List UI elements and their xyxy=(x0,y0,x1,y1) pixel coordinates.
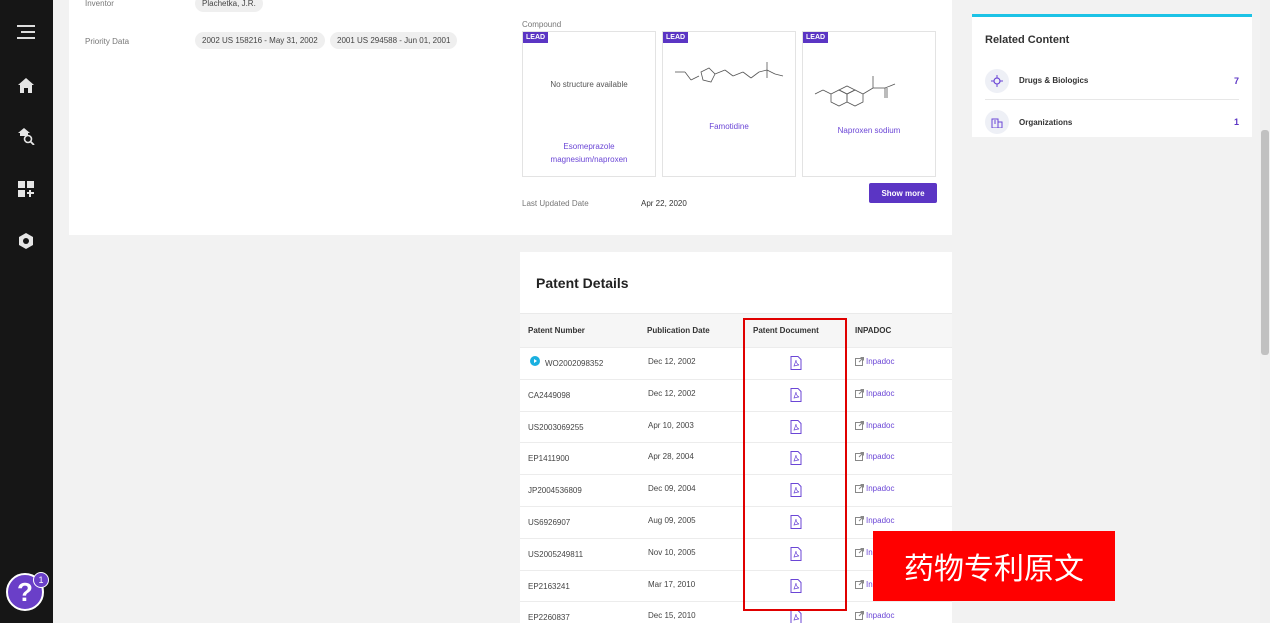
drug-icon xyxy=(985,68,1009,93)
dashboard-icon[interactable] xyxy=(14,177,38,201)
priority-chip: 2001 US 294588 - Jun 01, 2001 xyxy=(330,32,458,49)
show-more-button[interactable]: Show more xyxy=(869,183,937,203)
priority-label: Priority Data xyxy=(85,37,130,46)
last-updated-value: Apr 22, 2020 xyxy=(641,199,687,208)
patent-number[interactable]: EP1411900 xyxy=(528,454,569,463)
naproxen-structure-image xyxy=(814,76,896,107)
patent-number[interactable]: US2003069255 xyxy=(528,423,584,432)
lead-tag: LEAD xyxy=(523,32,549,43)
inpadoc-link[interactable]: Inpadoc xyxy=(855,516,894,525)
patent-table-header: Patent Number Publication Date Patent Do… xyxy=(520,313,952,347)
play-icon[interactable] xyxy=(530,356,540,366)
col-patent-number: Patent Number xyxy=(528,326,585,335)
inpadoc-link[interactable]: Inpadoc xyxy=(855,611,895,621)
col-publication-date: Publication Date xyxy=(647,326,710,335)
inpadoc-link[interactable]: Inpadoc xyxy=(855,452,895,462)
inpadoc-label: Inpadoc xyxy=(866,452,895,462)
external-link-icon xyxy=(855,420,864,430)
related-item-label: Organizations xyxy=(1019,117,1073,127)
annotation-overlay: 药物专利原文 xyxy=(873,531,1115,601)
inventor-label: Inventor xyxy=(85,0,114,8)
compound-label: Compound xyxy=(522,20,562,29)
related-item-organizations[interactable]: Organizations 1 xyxy=(985,108,1239,136)
publication-date: Apr 28, 2004 xyxy=(648,452,694,462)
publication-date: Nov 10, 2005 xyxy=(648,547,696,557)
table-row: WO2002098352 Dec 12, 2002 Inpadoc xyxy=(520,347,952,379)
table-row: EP1411900 Apr 28, 2004 Inpadoc xyxy=(520,442,952,474)
related-content-title: Related Content xyxy=(985,34,1070,46)
logo-icon[interactable] xyxy=(14,229,38,253)
compound-card[interactable]: LEAD Famotidine xyxy=(662,31,796,177)
compound-name-link[interactable]: Famotidine xyxy=(663,120,795,133)
related-item-drugs[interactable]: Drugs & Biologics 7 xyxy=(985,66,1239,100)
lead-tag: LEAD xyxy=(663,32,689,43)
no-structure-text: No structure available xyxy=(550,80,628,89)
external-link-icon xyxy=(855,388,864,398)
table-row: US2003069255 Apr 10, 2003 Inpadoc xyxy=(520,410,952,443)
building-icon xyxy=(985,110,1009,134)
publication-date: Dec 12, 2002 xyxy=(648,388,696,398)
external-link-icon xyxy=(855,611,864,621)
compound-card[interactable]: LEAD Naproxen sodium xyxy=(802,31,936,177)
compound-card[interactable]: LEAD No structure available Esomeprazole… xyxy=(522,31,656,177)
compound-name-link[interactable]: Esomeprazole magnesium/naproxen xyxy=(523,140,655,166)
publication-date: Mar 17, 2010 xyxy=(648,579,696,589)
publication-date: Apr 10, 2003 xyxy=(648,420,694,430)
patent-details-title: Patent Details xyxy=(536,275,629,291)
patent-number[interactable]: US6926907 xyxy=(528,518,570,527)
external-link-icon xyxy=(855,547,864,557)
patent-number[interactable]: JP2004536809 xyxy=(528,486,582,495)
inpadoc-link[interactable]: Inpadoc xyxy=(855,484,895,494)
left-sidebar xyxy=(0,0,53,623)
compound-name-link[interactable]: Naproxen sodium xyxy=(803,124,935,137)
scrollbar-thumb[interactable] xyxy=(1261,130,1269,355)
external-link-icon xyxy=(855,484,864,494)
inpadoc-label: Inpadoc xyxy=(866,611,895,621)
related-content-panel: Related Content Drugs & Biologics 7 Orga… xyxy=(972,14,1252,137)
patent-summary-card: Inventor Plachetka, J.R. Priority Data 2… xyxy=(69,0,952,235)
inpadoc-label: Inpadoc xyxy=(866,357,895,366)
search-icon[interactable] xyxy=(14,124,38,148)
external-link-icon xyxy=(855,452,864,462)
related-item-label: Drugs & Biologics xyxy=(1019,76,1089,85)
inpadoc-label: Inpadoc xyxy=(866,388,895,398)
highlight-box xyxy=(743,318,847,611)
external-link-icon xyxy=(855,579,864,589)
priority-chip: 2002 US 158216 - May 31, 2002 xyxy=(195,32,325,49)
patent-number[interactable]: WO2002098352 xyxy=(545,359,603,368)
inpadoc-label: Inpadoc xyxy=(866,484,895,494)
inpadoc-link[interactable]: Inpadoc xyxy=(855,420,895,430)
last-updated-label: Last Updated Date xyxy=(522,199,589,208)
home-icon[interactable] xyxy=(14,73,38,97)
famotidine-structure-image xyxy=(675,62,784,83)
related-item-count: 1 xyxy=(1233,117,1239,127)
publication-date: Dec 15, 2010 xyxy=(648,611,696,621)
scrollbar[interactable] xyxy=(1260,0,1270,623)
inpadoc-link[interactable]: Inpadoc xyxy=(855,388,895,398)
menu-icon[interactable] xyxy=(14,20,38,44)
publication-date: Dec 09, 2004 xyxy=(648,484,696,494)
table-row: CA2449098 Dec 12, 2002 Inpadoc xyxy=(520,378,952,411)
patent-number[interactable]: EP2260837 xyxy=(528,613,570,622)
table-row: EP2260837 Dec 15, 2010 Inpadoc xyxy=(520,601,952,623)
related-item-count: 7 xyxy=(1233,75,1239,86)
patent-number[interactable]: CA2449098 xyxy=(528,391,570,400)
inpadoc-label: Inpadoc xyxy=(866,516,895,525)
inpadoc-label: Inpadoc xyxy=(866,420,895,430)
notification-badge: 1 xyxy=(33,572,49,588)
patent-number[interactable]: US2005249811 xyxy=(528,550,583,559)
external-link-icon xyxy=(855,516,864,525)
table-row: JP2004536809 Dec 09, 2004 Inpadoc xyxy=(520,474,952,506)
inpadoc-link[interactable]: Inpadoc xyxy=(855,357,894,366)
col-inpadoc: INPADOC xyxy=(855,326,892,335)
external-link-icon xyxy=(855,357,864,366)
inventor-value: Plachetka, J.R. xyxy=(195,0,263,12)
publication-date: Dec 12, 2002 xyxy=(648,357,696,366)
patent-number[interactable]: EP2163241 xyxy=(528,582,570,591)
lead-tag: LEAD xyxy=(803,32,829,43)
pdf-document-icon[interactable] xyxy=(790,610,802,623)
publication-date: Aug 09, 2005 xyxy=(648,516,696,525)
